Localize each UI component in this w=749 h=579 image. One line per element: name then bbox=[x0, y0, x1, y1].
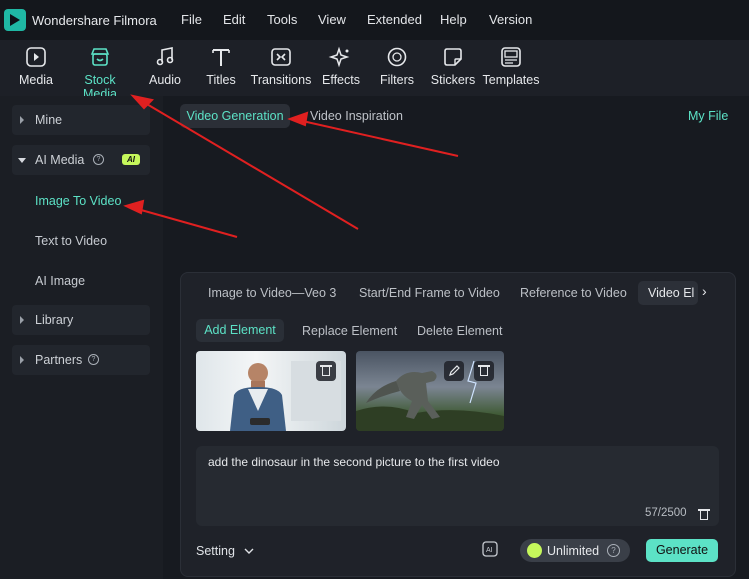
annotation-arrowhead bbox=[287, 111, 309, 127]
annotation-arrow-image-to-video bbox=[133, 207, 238, 238]
annotation-arrow-video-generation bbox=[297, 119, 459, 157]
annotation-arrowhead bbox=[123, 199, 145, 215]
annotation-arrows bbox=[123, 94, 459, 238]
annotation-arrow-stock-media bbox=[139, 99, 359, 230]
